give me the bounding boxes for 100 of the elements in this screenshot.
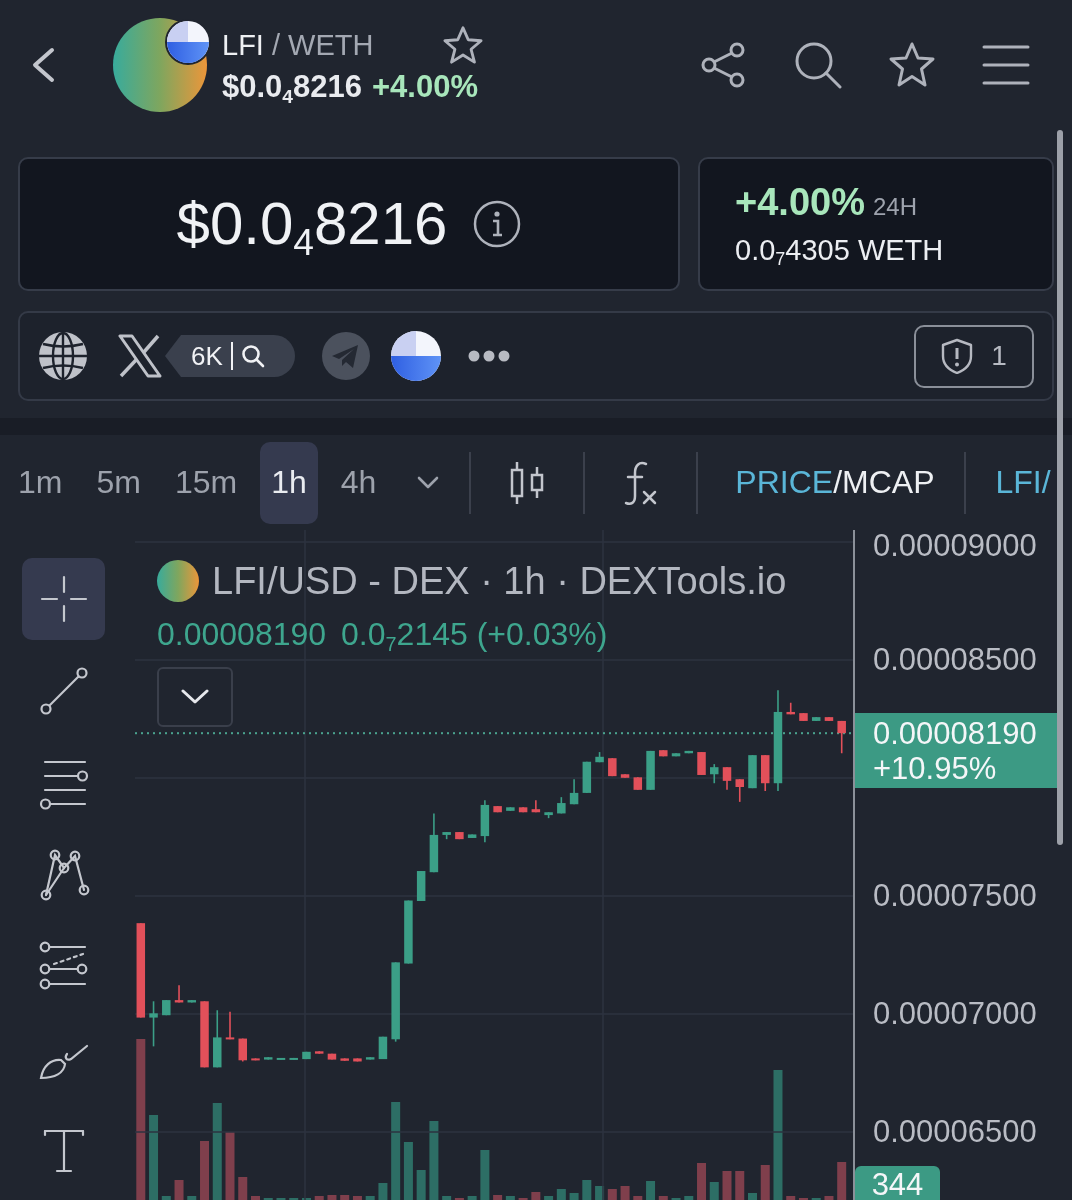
candle (302, 1051, 311, 1060)
candle (684, 750, 694, 755)
volume-bar (251, 1196, 260, 1200)
candle (531, 799, 541, 814)
volume-bar (582, 1180, 592, 1200)
more-icon[interactable] (468, 350, 510, 362)
volume-bar (327, 1195, 337, 1200)
search-icon (241, 344, 266, 368)
volume-bar (760, 1165, 770, 1200)
candle (404, 899, 413, 965)
candle (442, 831, 451, 840)
volume-bar (697, 1163, 706, 1200)
candle (455, 831, 464, 840)
volume-bar (161, 1196, 171, 1200)
candle (467, 833, 477, 839)
candle (264, 1056, 273, 1061)
collapse-button[interactable] (157, 667, 233, 727)
candle (213, 1009, 222, 1069)
last-price: 0.00008190 (157, 616, 327, 652)
candle (314, 1050, 324, 1055)
volume-bar (595, 1186, 605, 1200)
price-axis-label: 0.00009000 (873, 530, 1037, 562)
volume-bar (403, 1142, 413, 1200)
candle (697, 751, 706, 776)
volume-bar (569, 1193, 579, 1200)
candle (811, 716, 821, 722)
volume-bar (735, 1171, 745, 1200)
volume-bar (442, 1196, 452, 1200)
separator-text: / (833, 464, 843, 501)
candle (174, 984, 184, 1004)
search-icon[interactable] (794, 41, 842, 89)
token-price: $0.0$_{4}$8216 (222, 68, 362, 106)
timeframe-tab[interactable]: 1h (260, 441, 318, 524)
volume-bar (722, 1171, 732, 1200)
volume-bar (365, 1196, 375, 1200)
volume-bar (200, 1141, 209, 1200)
price-axis-label: 0.00007000 (873, 998, 1037, 1031)
info-icon[interactable] (473, 200, 522, 248)
volume-bar (684, 1196, 694, 1200)
volume-bar (467, 1196, 477, 1200)
price-change: +4.00% (372, 68, 478, 106)
candle (162, 999, 171, 1016)
volume-bar (493, 1195, 503, 1200)
candle (327, 1052, 337, 1061)
timeframe-tab[interactable]: 5m (85, 441, 152, 524)
chart-title: LFI/USD - DEX · 1h · DEXTools.io (212, 559, 787, 603)
candle (722, 766, 732, 791)
display-mode-option[interactable]: PRICE (735, 464, 834, 501)
candle (544, 811, 553, 819)
volume-label: 344 (855, 1166, 940, 1200)
candle (824, 716, 834, 722)
candle (149, 1000, 158, 1048)
candle (378, 1035, 388, 1060)
period-label: 24H (872, 192, 917, 221)
volume-bar (646, 1181, 656, 1200)
chart-style-icon[interactable] (509, 459, 546, 506)
star-icon[interactable] (442, 25, 484, 65)
volume-bar (544, 1196, 554, 1200)
candle (671, 752, 681, 758)
candle (416, 870, 426, 902)
volume-bar (238, 1177, 248, 1200)
candle (200, 1000, 209, 1069)
x-logo-icon[interactable] (118, 334, 162, 378)
volume-bar (352, 1196, 362, 1200)
timeframe-tab[interactable]: 1m (7, 441, 74, 524)
timeframe-tab[interactable]: 4h (329, 441, 388, 524)
chevron-down-icon[interactable] (417, 475, 440, 490)
globe-icon[interactable] (38, 331, 88, 381)
pair-toggle[interactable]: LFI/ (995, 464, 1051, 501)
timeframe-tab[interactable]: 15m (163, 441, 249, 524)
volume-bar (505, 1196, 515, 1200)
candle (748, 754, 757, 789)
volume-bar (416, 1170, 426, 1200)
candle (480, 799, 490, 844)
candle (557, 796, 566, 815)
function-icon[interactable] (622, 459, 659, 506)
warnings-button[interactable]: 1 (914, 324, 1034, 388)
candle (659, 749, 668, 758)
price-axis-label: 0.00008500 (873, 644, 1037, 677)
quote-symbol: / WETH (271, 28, 374, 62)
candle (799, 712, 808, 722)
display-mode-option[interactable]: MCAP (842, 464, 935, 501)
volume-bar (480, 1150, 490, 1200)
candle (225, 1010, 235, 1041)
candle (735, 778, 744, 803)
star-icon[interactable] (888, 41, 936, 89)
candle (837, 720, 846, 755)
price-change: 0.0$_{7}$2145 (+0.03%) (341, 616, 608, 652)
candle (187, 999, 196, 1004)
pie-circle-icon[interactable] (391, 331, 441, 381)
followers-button[interactable]: 6K (165, 335, 295, 377)
chevron-down-icon (181, 689, 209, 705)
volume-bar (187, 1196, 197, 1200)
volume-bar (620, 1186, 630, 1200)
candle (276, 1057, 286, 1061)
candle (238, 1037, 247, 1063)
volume-bar (225, 1132, 235, 1200)
volume-bar (340, 1195, 350, 1200)
candle (710, 763, 719, 785)
back-icon[interactable] (30, 47, 56, 83)
